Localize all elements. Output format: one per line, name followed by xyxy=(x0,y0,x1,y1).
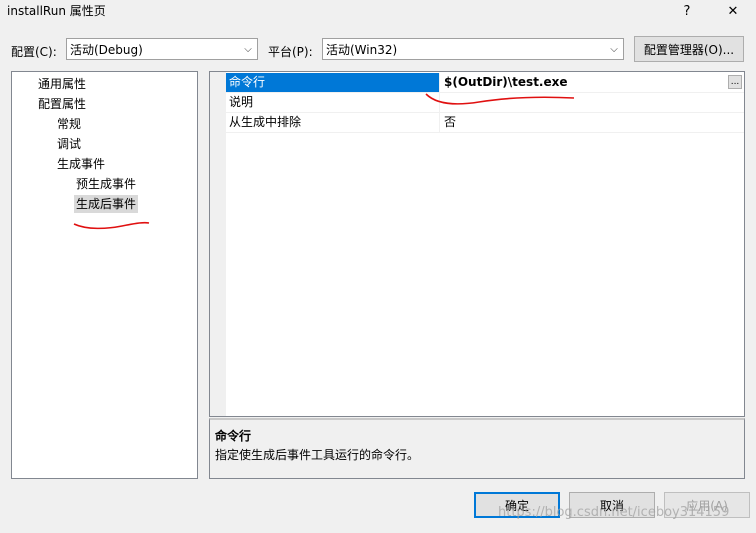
tree-item-pre-build-event[interactable]: 预生成事件 xyxy=(74,175,138,193)
window-title: installRun 属性页 xyxy=(7,4,106,18)
help-icon: ? xyxy=(683,3,691,19)
tree-item-debugging[interactable]: 调试 xyxy=(55,135,83,153)
watermark: https://blog.csdn.net/iceboy314159 xyxy=(498,505,730,520)
config-select[interactable]: 活动(Debug) ⌵ xyxy=(66,38,258,60)
chevron-down-icon: ⌵ xyxy=(610,43,618,55)
tree-item-common-properties[interactable]: 通用属性 xyxy=(36,75,88,93)
config-label: 配置(C): xyxy=(11,45,57,59)
tree-item-post-build-event[interactable]: 生成后事件 xyxy=(74,195,139,213)
platform-select[interactable]: 活动(Win32) ⌵ xyxy=(322,38,624,60)
ellipsis-button[interactable]: ... xyxy=(728,75,742,89)
config-select-value: 活动(Debug) xyxy=(70,42,143,57)
chevron-down-icon: ⌵ xyxy=(244,43,252,55)
platform-label: 平台(P): xyxy=(268,45,313,59)
property-tree: 通用属性 配置属性 常规 调试 生成事件 预生成事件 生成后事件 xyxy=(11,71,198,479)
config-manager-button[interactable]: 配置管理器(O)... xyxy=(634,36,744,62)
grid-cell-value[interactable]: 否 xyxy=(440,113,744,132)
grid-cell-name: 说明 xyxy=(226,93,440,112)
tree-item-general[interactable]: 常规 xyxy=(55,115,83,133)
grid-cell-name: 命令行 xyxy=(226,73,440,92)
grid-cell-name: 从生成中排除 xyxy=(226,113,440,132)
tree-item-build-events[interactable]: 生成事件 xyxy=(55,155,107,173)
close-button[interactable]: ✕ xyxy=(718,0,748,22)
grid-row-exclude-from-build[interactable]: 从生成中排除 否 xyxy=(210,113,744,133)
tree-item-config-properties[interactable]: 配置属性 xyxy=(36,95,88,113)
help-button[interactable]: ? xyxy=(672,0,702,22)
annotation-underline-grid xyxy=(425,93,575,105)
description-panel: 命令行 指定使生成后事件工具运行的命令行。 xyxy=(209,418,745,479)
annotation-underline-tree xyxy=(73,221,150,230)
property-grid: 命令行 $(OutDir)\test.exe ... 说明 从生成中排除 否 xyxy=(209,71,745,417)
description-title: 命令行 xyxy=(215,429,252,443)
close-icon: ✕ xyxy=(727,3,739,19)
description-text: 指定使生成后事件工具运行的命令行。 xyxy=(215,448,420,462)
platform-select-value: 活动(Win32) xyxy=(326,42,398,57)
